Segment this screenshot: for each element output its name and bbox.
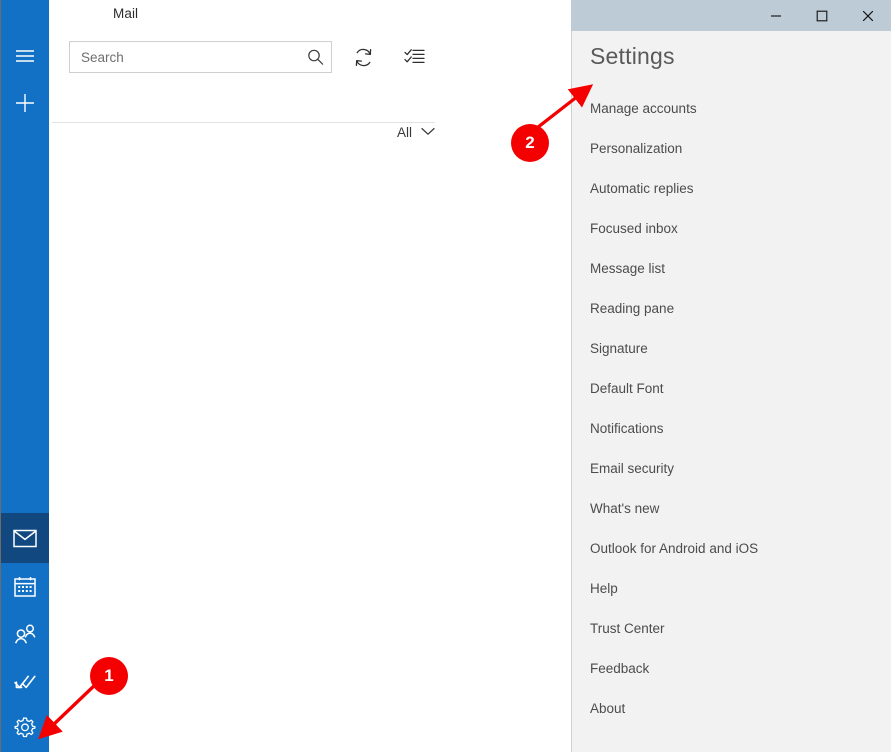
hamburger-icon — [15, 48, 35, 64]
settings-item-label: Notifications — [590, 420, 664, 436]
settings-item-whats-new[interactable]: What's new — [572, 488, 891, 528]
settings-item-label: Message list — [590, 260, 666, 276]
settings-item-label: Outlook for Android and iOS — [590, 540, 759, 556]
calendar-icon — [14, 576, 36, 597]
settings-item-label: Automatic replies — [590, 180, 694, 196]
settings-item-manage-accounts[interactable]: Manage accounts — [572, 88, 891, 128]
settings-item-trust-center[interactable]: Trust Center — [572, 608, 891, 648]
settings-pane: Settings Manage accounts Personalization… — [571, 31, 891, 752]
settings-item-label: Personalization — [590, 140, 683, 156]
plus-icon — [14, 92, 36, 114]
settings-item-label: About — [590, 700, 626, 716]
envelope-icon — [13, 529, 37, 548]
settings-item-focused-inbox[interactable]: Focused inbox — [572, 208, 891, 248]
chevron-down-icon — [421, 123, 435, 141]
settings-item-label: What's new — [590, 500, 660, 516]
maximize-button[interactable] — [799, 0, 845, 31]
sync-icon — [353, 47, 374, 68]
app-title: Mail — [113, 6, 139, 21]
settings-item-reading-pane[interactable]: Reading pane — [572, 288, 891, 328]
hamburger-menu-button[interactable] — [1, 31, 49, 81]
settings-item-personalization[interactable]: Personalization — [572, 128, 891, 168]
close-button[interactable] — [845, 0, 891, 31]
settings-item-label: Focused inbox — [590, 220, 678, 236]
settings-menu-list: Manage accounts Personalization Automati… — [572, 88, 891, 728]
sidebar-item-mail[interactable] — [1, 513, 49, 563]
settings-item-label: Signature — [590, 340, 648, 356]
minimize-button[interactable] — [753, 0, 799, 31]
sidebar-item-settings[interactable] — [1, 703, 49, 752]
message-list-pane: All — [49, 31, 571, 752]
checklist-icon — [403, 48, 425, 67]
settings-item-default-font[interactable]: Default Font — [572, 368, 891, 408]
settings-item-outlook-mobile[interactable]: Outlook for Android and iOS — [572, 528, 891, 568]
search-box[interactable] — [69, 41, 332, 73]
mail-app-window: Mail Search All Settings Manage accounts… — [0, 0, 891, 752]
people-icon — [13, 624, 38, 646]
settings-item-signature[interactable]: Signature — [572, 328, 891, 368]
settings-item-label: Help — [590, 580, 618, 596]
search-input[interactable] — [70, 42, 331, 72]
navigation-rail — [1, 0, 49, 752]
filter-label: All — [396, 124, 412, 140]
settings-item-label: Feedback — [590, 660, 650, 676]
settings-item-automatic-replies[interactable]: Automatic replies — [572, 168, 891, 208]
settings-item-help[interactable]: Help — [572, 568, 891, 608]
todo-check-icon — [13, 673, 37, 692]
message-list-divider — [52, 122, 435, 123]
settings-item-feedback[interactable]: Feedback — [572, 648, 891, 688]
settings-item-label: Default Font — [590, 380, 664, 396]
minimize-icon — [770, 10, 782, 22]
window-title-bar — [571, 0, 891, 31]
search-toolbar — [69, 39, 459, 75]
settings-item-label: Email security — [590, 460, 675, 476]
settings-item-label: Trust Center — [590, 620, 665, 636]
settings-pane-title: Settings — [590, 43, 675, 69]
settings-item-message-list[interactable]: Message list — [572, 248, 891, 288]
sidebar-item-todo[interactable] — [1, 657, 49, 707]
sidebar-item-calendar[interactable] — [1, 561, 49, 611]
maximize-icon — [816, 10, 828, 22]
mail-title-bar: Mail — [49, 0, 571, 31]
new-mail-button[interactable] — [1, 78, 49, 128]
search-icon[interactable] — [307, 49, 324, 66]
settings-item-about[interactable]: About — [572, 688, 891, 728]
settings-item-label: Manage accounts — [590, 100, 697, 116]
selection-mode-button[interactable] — [394, 40, 434, 74]
settings-item-email-security[interactable]: Email security — [572, 448, 891, 488]
settings-item-label: Reading pane — [590, 300, 675, 316]
close-icon — [862, 10, 874, 22]
settings-item-notifications[interactable]: Notifications — [572, 408, 891, 448]
sidebar-item-people[interactable] — [1, 610, 49, 660]
filter-dropdown[interactable]: All — [397, 123, 435, 141]
gear-icon — [13, 716, 37, 740]
sync-button[interactable] — [343, 40, 383, 74]
